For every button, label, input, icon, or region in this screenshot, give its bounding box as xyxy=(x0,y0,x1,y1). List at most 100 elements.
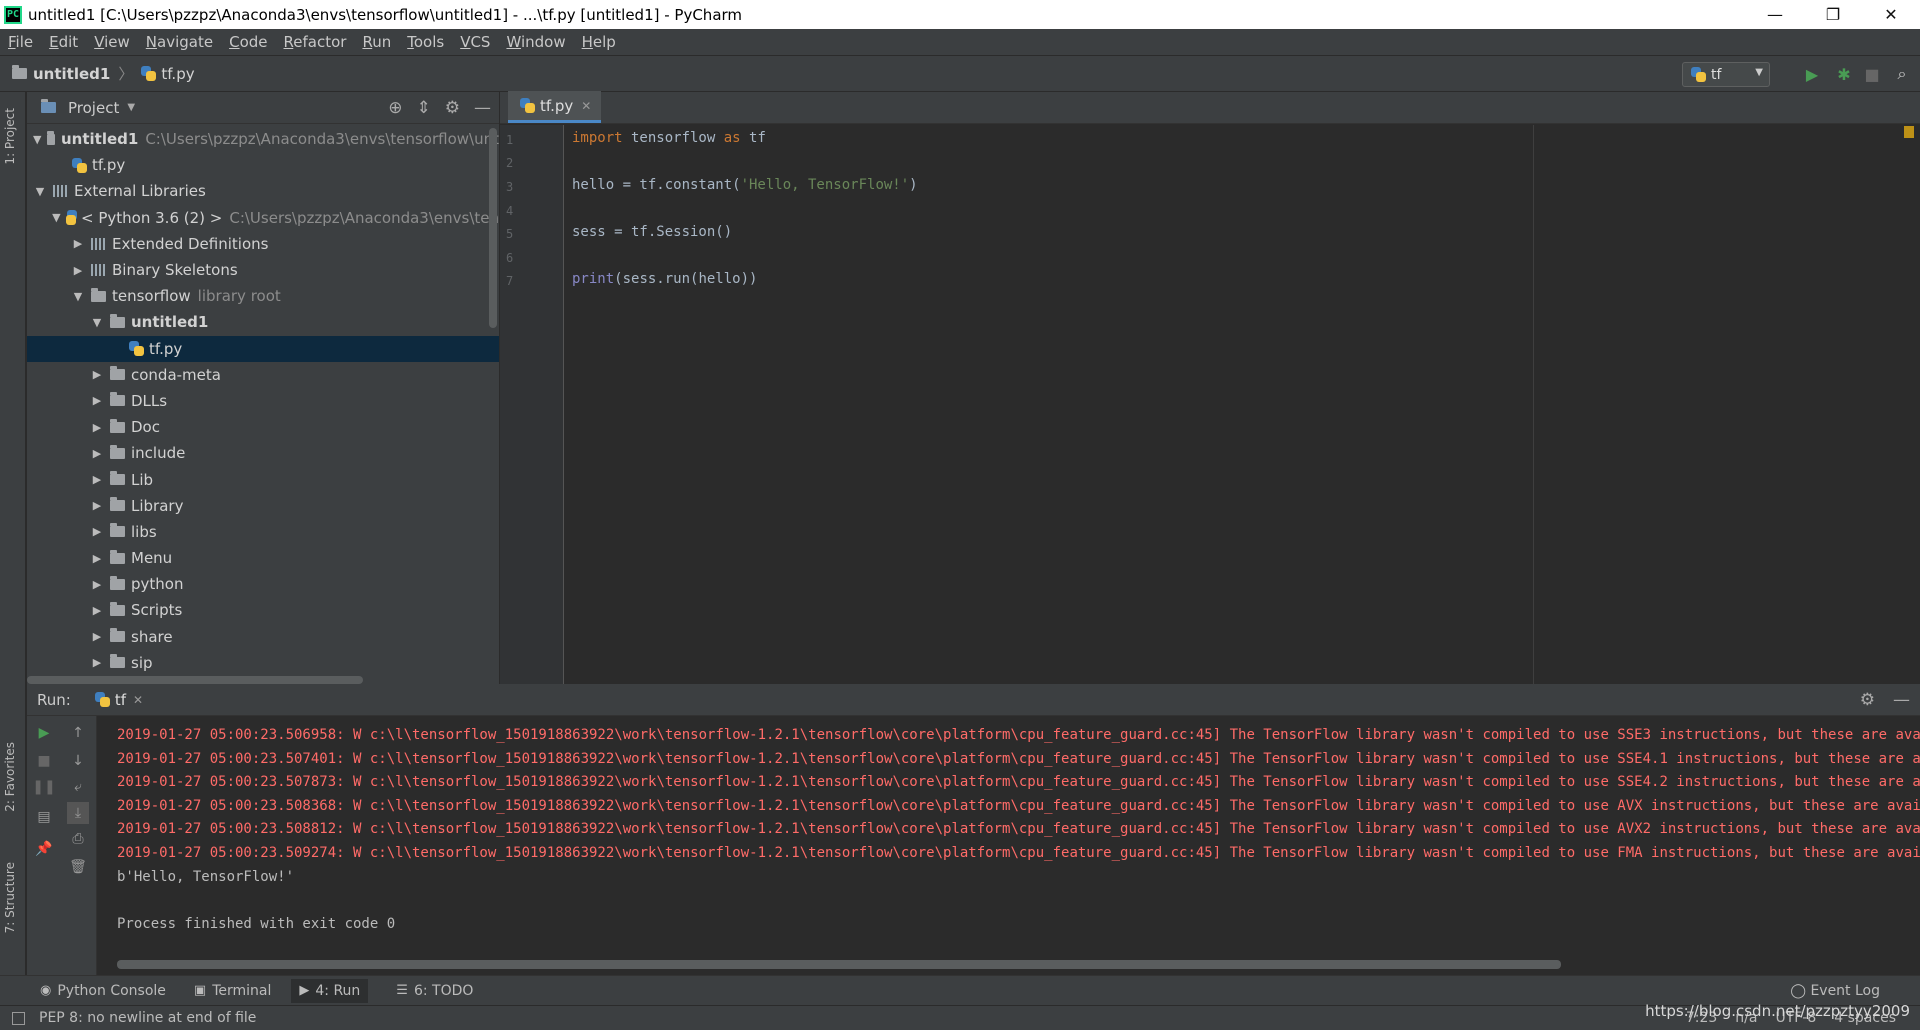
rerun-icon[interactable]: ▶ xyxy=(33,722,55,744)
expanded-arrow-icon[interactable]: ▼ xyxy=(90,316,104,329)
collapsed-arrow-icon[interactable]: ▶ xyxy=(71,237,85,250)
pin-icon[interactable]: 📌 xyxy=(33,838,55,860)
hide-panel-icon[interactable]: — xyxy=(474,98,491,118)
print-icon[interactable]: ⎙ xyxy=(67,828,89,850)
locate-file-icon[interactable]: ⊕ xyxy=(388,98,402,118)
tool-windows-toggle-icon[interactable] xyxy=(12,1011,25,1025)
gear-icon[interactable]: ⚙ xyxy=(445,98,460,118)
collapsed-arrow-icon[interactable]: ▶ xyxy=(90,368,104,381)
tree-item[interactable]: ▶ share xyxy=(27,624,499,650)
stop-icon[interactable]: ■ xyxy=(33,750,55,772)
tree-item[interactable]: ▼ < Python 3.6 (2) > C:\Users\pzzpz\Anacon… xyxy=(27,205,499,231)
menu-run[interactable]: Run xyxy=(362,33,391,51)
tree-item[interactable]: ▼ untitled1 C:\Users\pzzpz\Anaconda3\envs\… xyxy=(27,126,499,152)
tree-item[interactable]: ▶ conda-meta xyxy=(27,362,499,388)
collapse-all-icon[interactable]: ⇕ xyxy=(417,98,431,118)
project-panel-title[interactable]: Project xyxy=(68,99,119,117)
tree-item[interactable]: ▼ tensorflow library root xyxy=(27,283,499,309)
tree-item[interactable]: ▶ Lib xyxy=(27,466,499,492)
tree-item[interactable]: ▶ Scripts xyxy=(27,597,499,623)
trash-icon[interactable]: 🗑 xyxy=(67,856,89,878)
stop-button[interactable]: ■ xyxy=(1860,62,1884,86)
tree-item[interactable]: ▼ External Libraries xyxy=(27,178,499,204)
collapsed-arrow-icon[interactable]: ▶ xyxy=(90,552,104,565)
tree-item[interactable]: ▼ untitled1 xyxy=(27,309,499,335)
scroll-to-end-icon[interactable]: ⤓ xyxy=(67,802,89,824)
menu-file[interactable]: File xyxy=(8,33,33,51)
menu-window[interactable]: Window xyxy=(506,33,565,51)
collapsed-arrow-icon[interactable]: ▶ xyxy=(90,578,104,591)
vertical-scrollbar[interactable] xyxy=(489,128,497,328)
debug-bug-icon[interactable]: ✱ xyxy=(1832,62,1856,86)
collapsed-arrow-icon[interactable]: ▶ xyxy=(90,447,104,460)
tree-item[interactable]: tf.py xyxy=(27,152,499,178)
restore-layout-icon[interactable]: ▤ xyxy=(33,806,55,828)
close-tab-icon[interactable]: ✕ xyxy=(133,693,143,707)
up-arrow-icon[interactable]: ↑ xyxy=(67,722,89,744)
run-console-output[interactable]: 2019-01-27 05:00:23.506958: W c:\l\tenso… xyxy=(117,724,1920,934)
horizontal-scrollbar[interactable] xyxy=(117,960,1561,969)
collapsed-arrow-icon[interactable]: ▶ xyxy=(90,656,104,669)
project-tool-tab[interactable]: 1: Project xyxy=(3,108,17,165)
restore-button[interactable]: ❐ xyxy=(1804,0,1862,29)
collapsed-arrow-icon[interactable]: ▶ xyxy=(90,499,104,512)
down-arrow-icon[interactable]: ↓ xyxy=(67,750,89,772)
tree-item[interactable]: ▶ Library xyxy=(27,493,499,519)
menu-code[interactable]: Code xyxy=(229,33,267,51)
breadcrumb-file[interactable]: tf.py xyxy=(141,65,195,83)
tree-item[interactable]: ▶ Binary Skeletons xyxy=(27,257,499,283)
editor-tab-tf-py[interactable]: tf.py ✕ xyxy=(508,91,602,123)
run-tab-tf[interactable]: tf ✕ xyxy=(94,691,143,709)
collapsed-arrow-icon[interactable]: ▶ xyxy=(71,264,85,277)
menu-view[interactable]: View xyxy=(94,33,130,51)
chevron-down-icon[interactable]: ▼ xyxy=(127,102,135,113)
collapsed-arrow-icon[interactable]: ▶ xyxy=(90,421,104,434)
tree-item[interactable]: ▶ python xyxy=(27,571,499,597)
tree-item[interactable]: ▶ Menu xyxy=(27,545,499,571)
collapsed-arrow-icon[interactable]: ▶ xyxy=(90,525,104,538)
python-file-icon xyxy=(520,98,535,113)
run-configuration-select[interactable]: tf ▼ xyxy=(1682,62,1770,87)
collapsed-arrow-icon[interactable]: ▶ xyxy=(90,473,104,486)
python-console-tab[interactable]: ◉ Python Console xyxy=(40,983,166,999)
search-everywhere-icon[interactable]: ⌕ xyxy=(1890,62,1914,86)
close-window-button[interactable]: ✕ xyxy=(1862,0,1920,29)
run-button[interactable]: ▶ xyxy=(1800,62,1824,86)
horizontal-scrollbar[interactable] xyxy=(27,676,363,684)
menu-edit[interactable]: Edit xyxy=(49,33,78,51)
minimize-button[interactable]: — xyxy=(1746,0,1804,29)
close-tab-icon[interactable]: ✕ xyxy=(581,99,591,113)
tree-item[interactable]: ▶ libs xyxy=(27,519,499,545)
tree-item[interactable]: tf.py xyxy=(27,335,499,362)
expanded-arrow-icon[interactable]: ▼ xyxy=(71,290,85,303)
pause-icon[interactable]: ❚❚ xyxy=(32,776,55,798)
collapsed-arrow-icon[interactable]: ▶ xyxy=(90,604,104,617)
inspection-warning-marker[interactable] xyxy=(1904,126,1914,138)
event-log-tab[interactable]: ◯ Event Log xyxy=(1790,983,1880,999)
expanded-arrow-icon[interactable]: ▼ xyxy=(52,211,61,224)
menu-help[interactable]: Help xyxy=(582,33,616,51)
collapsed-arrow-icon[interactable]: ▶ xyxy=(90,394,104,407)
run-tab[interactable]: ▶ 4: Run xyxy=(291,978,369,1003)
expanded-arrow-icon[interactable]: ▼ xyxy=(33,133,41,146)
menu-navigate[interactable]: Navigate xyxy=(146,33,213,51)
soft-wrap-icon[interactable]: ⤶ xyxy=(67,776,89,798)
tree-item[interactable]: ▶ Extended Definitions xyxy=(27,231,499,257)
menu-vcs[interactable]: VCS xyxy=(460,33,490,51)
tree-item[interactable]: ▶ include xyxy=(27,440,499,466)
tree-item[interactable]: ▶ DLLs xyxy=(27,388,499,414)
breadcrumb-project[interactable]: untitled1 xyxy=(12,65,110,83)
terminal-tab[interactable]: ▣ Terminal xyxy=(194,983,271,999)
todo-tab[interactable]: ☰ 6: TODO xyxy=(396,983,473,999)
hide-panel-icon[interactable]: — xyxy=(1893,690,1910,710)
line-number: 5 xyxy=(506,227,514,241)
expanded-arrow-icon[interactable]: ▼ xyxy=(33,185,47,198)
gear-icon[interactable]: ⚙ xyxy=(1860,690,1875,710)
structure-tool-tab[interactable]: 7: Structure xyxy=(3,862,17,933)
menu-tools[interactable]: Tools xyxy=(407,33,444,51)
menu-refactor[interactable]: Refactor xyxy=(284,33,347,51)
collapsed-arrow-icon[interactable]: ▶ xyxy=(90,630,104,643)
tree-item[interactable]: ▶ sip xyxy=(27,650,499,676)
tree-item[interactable]: ▶ Doc xyxy=(27,414,499,440)
favorites-tool-tab[interactable]: 2: Favorites xyxy=(3,742,17,812)
